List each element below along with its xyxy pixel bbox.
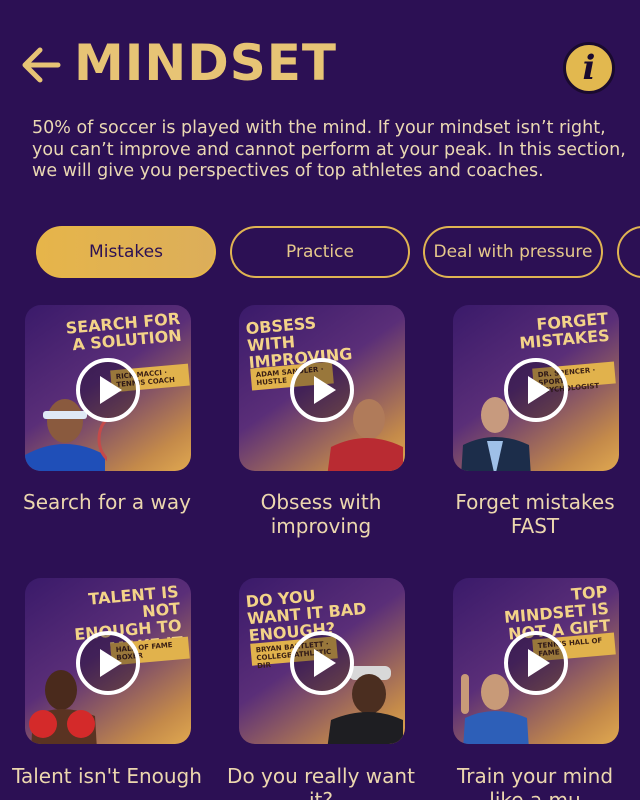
play-icon[interactable] [290,631,354,695]
play-icon[interactable] [290,358,354,422]
info-icon: i [582,48,596,88]
chip-more[interactable] [617,226,640,278]
play-icon[interactable] [504,631,568,695]
chip-mistakes[interactable]: Mistakes [36,226,216,278]
video-card-obsess-with-improving[interactable]: OBSESS WITH IMPROVING ADAM SANDLER · HUS… [239,305,405,471]
play-icon[interactable] [76,358,140,422]
info-button[interactable]: i [563,42,615,94]
card-overlay-title: SEARCH FOR A SOLUTION [64,308,183,355]
card-caption: Obsess with improving [260,490,382,538]
video-card-search-for-a-way[interactable]: SEARCH FOR A SOLUTION RICK MACCI · TENNI… [25,305,191,471]
video-card-train-your-mind[interactable]: TOP MINDSET IS NOT A GIFT TENNIS HALL OF… [453,578,619,744]
card-caption: Train your mind like a mu [456,764,614,800]
card-caption: Do you really want it? [227,764,415,800]
mindset-screen: MINDSET i 50% of soccer is played with t… [0,0,640,800]
video-card-forget-mistakes-fast[interactable]: FORGET MISTAKES DR. SPENCER · SPORT PSYC… [453,305,619,471]
arrow-left-icon [22,47,61,83]
card-caption: Search for a way [23,490,191,514]
back-button[interactable] [18,42,64,88]
play-icon[interactable] [504,358,568,422]
video-card-do-you-really-want-it[interactable]: DO YOU WANT IT BAD ENOUGH? BRYAN BARTLET… [239,578,405,744]
card-overlay-title: FORGET MISTAKES [518,308,611,353]
header: MINDSET i [0,0,640,110]
filter-chips: Mistakes Practice Deal with pressure [0,226,640,280]
chip-practice[interactable]: Practice [230,226,410,278]
play-icon[interactable] [76,631,140,695]
card-caption: Talent isn't Enough [12,764,202,788]
page-title: MINDSET [74,34,337,92]
chip-deal-with-pressure[interactable]: Deal with pressure [423,226,603,278]
card-caption: Forget mistakes FAST [455,490,615,538]
video-card-talent-isnt-enough[interactable]: TALENT IS NOT ENOUGH TO MAKE IT HALL OF … [25,578,191,744]
intro-text: 50% of soccer is played with the mind. I… [32,118,626,181]
